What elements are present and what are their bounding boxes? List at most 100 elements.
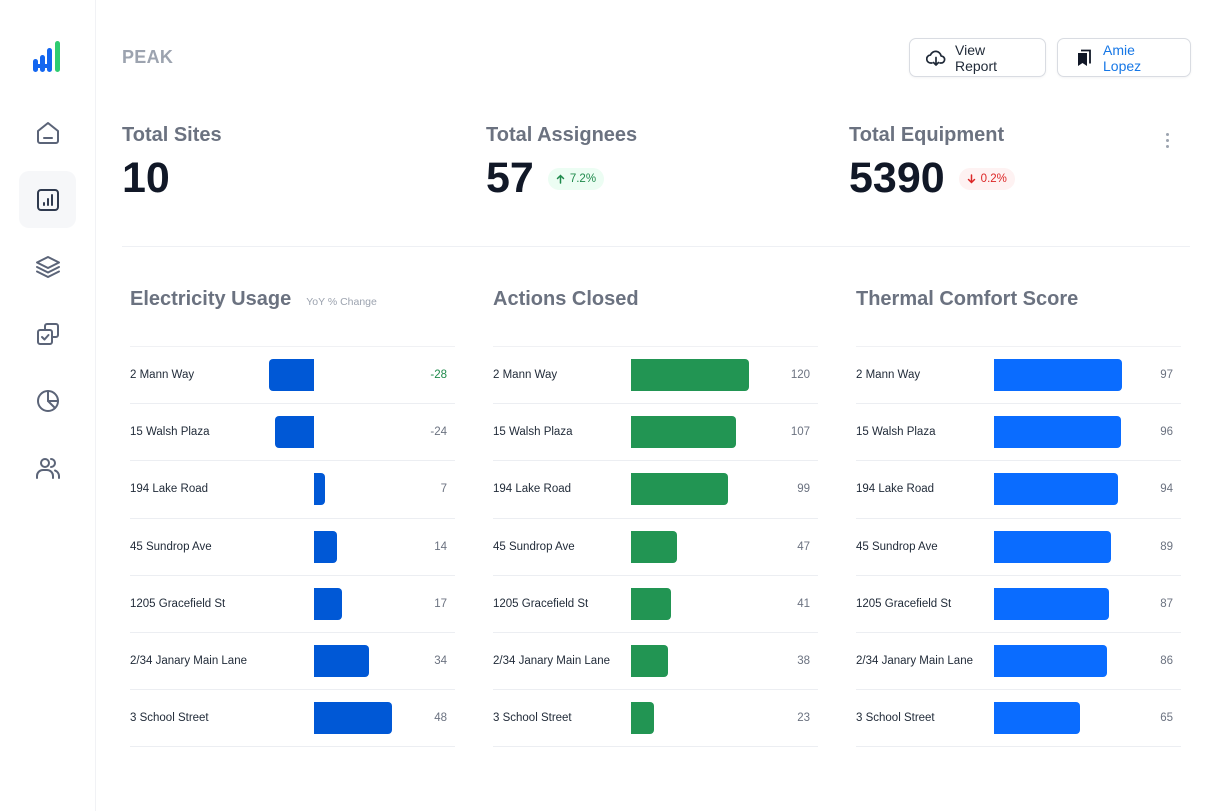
bar-label: 1205 Gracefield St	[856, 597, 952, 610]
change-value: 0.2%	[980, 172, 1007, 185]
checkbox-copy-icon	[36, 322, 59, 345]
sidebar-item-layers[interactable]	[19, 238, 76, 295]
bar	[314, 644, 370, 677]
bar-label: 2 Mann Way	[493, 369, 558, 382]
panel-title: Thermal Comfort Score	[856, 288, 1079, 310]
bar	[275, 416, 314, 449]
bar-value: 17	[434, 597, 447, 610]
bar-row: 45 Sundrop Ave 47	[493, 519, 818, 576]
bar-value: 41	[797, 597, 810, 610]
bar-value: -28	[430, 369, 447, 382]
home-icon	[36, 121, 59, 144]
bar	[631, 587, 672, 620]
cloud-download-icon	[926, 50, 946, 66]
app-logo-icon[interactable]	[32, 40, 64, 74]
bar	[994, 644, 1108, 677]
bar-label: 2 Mann Way	[130, 369, 195, 382]
panel-title: Electricity Usage	[130, 288, 292, 310]
user-menu-button[interactable]: Amie Lopez	[1057, 38, 1191, 77]
stat-total-sites: Total Sites 10	[122, 124, 222, 200]
pie-chart-icon	[36, 389, 59, 412]
bar-row: 3 School Street 23	[493, 690, 818, 748]
sidebar-item-analytics[interactable]	[19, 372, 76, 429]
bar-row: 2/34 Janary Main Lane 38	[493, 633, 818, 691]
bar-label: 194 Lake Road	[493, 483, 572, 496]
users-icon	[35, 457, 60, 479]
bar	[631, 473, 729, 506]
sidebar-item-home[interactable]	[19, 104, 76, 161]
view-report-button[interactable]: View Report	[909, 38, 1046, 77]
bar-row: 15 Walsh Plaza -24	[130, 404, 455, 462]
bar-row: 1205 Gracefield St 87	[856, 576, 1181, 633]
bar	[994, 530, 1112, 563]
stat-value: 57	[486, 154, 534, 202]
stat-total-equipment: Total Equipment 5390 0.2%	[849, 124, 1015, 200]
bar-label: 3 School Street	[130, 712, 209, 725]
bar-row: 2/34 Janary Main Lane 86	[856, 633, 1181, 691]
panel-actions-closed: Actions Closed 2 Mann Way 120 15 Walsh Pla…	[493, 288, 818, 748]
bar-row: 45 Sundrop Ave 14	[130, 519, 455, 576]
bar-row: 45 Sundrop Ave 89	[856, 519, 1181, 576]
bar	[631, 644, 669, 677]
bar-label: 3 School Street	[856, 712, 935, 725]
bar-row: 2/34 Janary Main Lane 34	[130, 633, 455, 691]
bar-row: 15 Walsh Plaza 107	[493, 404, 818, 462]
bar-list: 2 Mann Way -28 15 Walsh Plaza -24 194 Lake R…	[130, 346, 455, 748]
bar-row: 194 Lake Road 94	[856, 461, 1181, 519]
bar-label: 45 Sundrop Ave	[493, 540, 575, 553]
bar-row: 194 Lake Road 7	[130, 461, 455, 519]
more-options-icon[interactable]	[1160, 130, 1174, 150]
stat-label: Total Equipment	[849, 124, 1005, 146]
bar-value: 7	[440, 483, 447, 496]
bar-row: 3 School Street 65	[856, 690, 1181, 748]
brand-title: PEAK	[122, 47, 174, 67]
bar-value: 99	[797, 483, 810, 496]
bar-row: 15 Walsh Plaza 96	[856, 404, 1181, 462]
bar	[268, 359, 314, 391]
sidebar-item-reports[interactable]	[19, 171, 76, 228]
bar-label: 45 Sundrop Ave	[856, 540, 938, 553]
bar-label: 1205 Gracefield St	[130, 597, 226, 610]
stat-label: Total Sites	[122, 124, 222, 146]
change-value: 7.2%	[569, 172, 597, 185]
bar-value: 65	[1160, 712, 1173, 725]
bar	[631, 702, 654, 735]
sidebar-item-users[interactable]	[19, 439, 76, 496]
bar-label: 194 Lake Road	[856, 483, 935, 496]
bar-list: 2 Mann Way 120 15 Walsh Plaza 107 194 Lake R…	[493, 346, 818, 748]
bar-label: 15 Walsh Plaza	[130, 426, 210, 439]
stat-value: 10	[122, 154, 170, 202]
sidebar	[0, 0, 96, 811]
bar	[994, 473, 1119, 506]
bar	[631, 530, 678, 563]
stat-label: Total Assignees	[486, 124, 638, 146]
bar-row: 194 Lake Road 99	[493, 461, 818, 519]
view-report-label: View Report	[955, 41, 998, 74]
bar-value: 120	[790, 369, 810, 382]
stat-total-assignees: Total Assignees 57 7.2%	[486, 124, 637, 200]
bar-value: 97	[1160, 369, 1173, 382]
bar-value: 47	[797, 540, 810, 553]
panel-electricity-usage: Electricity Usage YoY % Change 2 Mann Wa…	[130, 288, 455, 748]
sidebar-item-tasks[interactable]	[19, 305, 76, 362]
change-badge: 7.2%	[547, 167, 605, 190]
bar-label: 2/34 Janary Main Lane	[493, 655, 610, 668]
bar	[994, 587, 1109, 620]
chart-icon	[36, 188, 59, 211]
panel-title: Actions Closed	[493, 288, 639, 310]
bar-label: 3 School Street	[493, 712, 572, 725]
bar	[314, 530, 337, 563]
panel-subtitle: YoY % Change	[306, 296, 377, 308]
arrow-up-icon	[556, 173, 565, 184]
bar-label: 2/34 Janary Main Lane	[130, 655, 247, 668]
bar-row: 2 Mann Way 120	[493, 347, 818, 405]
bar-row: 3 School Street 48	[130, 690, 455, 748]
bar-label: 194 Lake Road	[130, 483, 209, 496]
bookmarks-icon	[1078, 49, 1091, 66]
layers-icon	[35, 255, 60, 278]
bar-value: 107	[790, 426, 810, 439]
bar	[994, 359, 1122, 391]
bar-row: 1205 Gracefield St 41	[493, 576, 818, 633]
section-divider	[122, 246, 1190, 247]
bar	[994, 416, 1121, 449]
